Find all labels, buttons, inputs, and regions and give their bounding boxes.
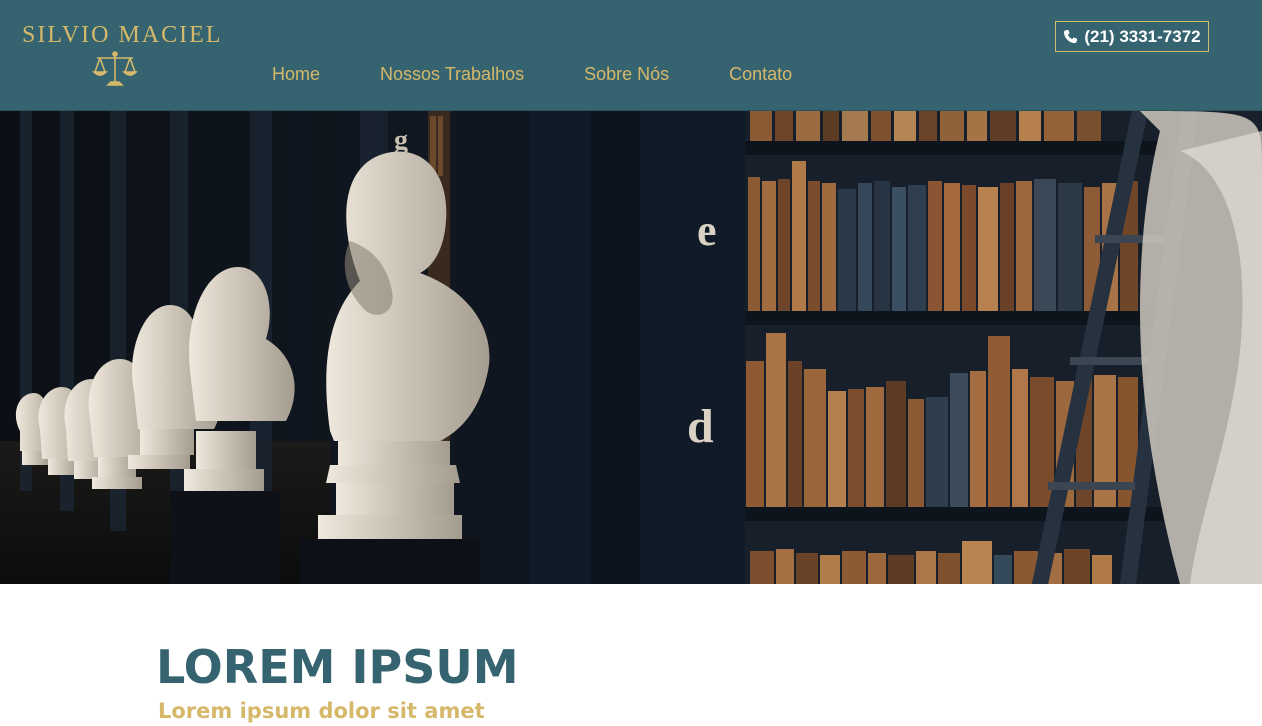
scales-of-justice-icon — [92, 51, 138, 86]
main-nav: Home Nossos Trabalhos Sobre Nós Contato — [242, 62, 822, 86]
shelf-letter-e: e — [697, 206, 717, 255]
nav-item-contato[interactable]: Contato — [699, 62, 822, 86]
hero-banner: e d g — [0, 111, 1262, 584]
phone-icon — [1064, 29, 1078, 44]
logo[interactable]: SILVIO MACIEL — [22, 20, 223, 90]
nav-item-home[interactable]: Home — [242, 62, 350, 86]
site-header: SILVIO MACIEL Home Nossos Trabalhos Sobr… — [0, 0, 1262, 111]
hero-library-image: e d g — [0, 111, 1262, 584]
shelf-letter-g: g — [394, 125, 408, 156]
nav-item-sobre-nos[interactable]: Sobre Nós — [554, 62, 699, 86]
shelf-letter-d: d — [687, 400, 714, 453]
nav-item-nossos-trabalhos[interactable]: Nossos Trabalhos — [350, 62, 554, 86]
phone-number: (21) 3331-7372 — [1084, 26, 1201, 46]
phone-button[interactable]: (21) 3331-7372 — [1055, 21, 1209, 52]
page-title: LOREM IPSUM — [156, 640, 519, 694]
page-subtitle: Lorem ipsum dolor sit amet — [158, 699, 485, 723]
logo-text: SILVIO MACIEL — [22, 22, 223, 48]
